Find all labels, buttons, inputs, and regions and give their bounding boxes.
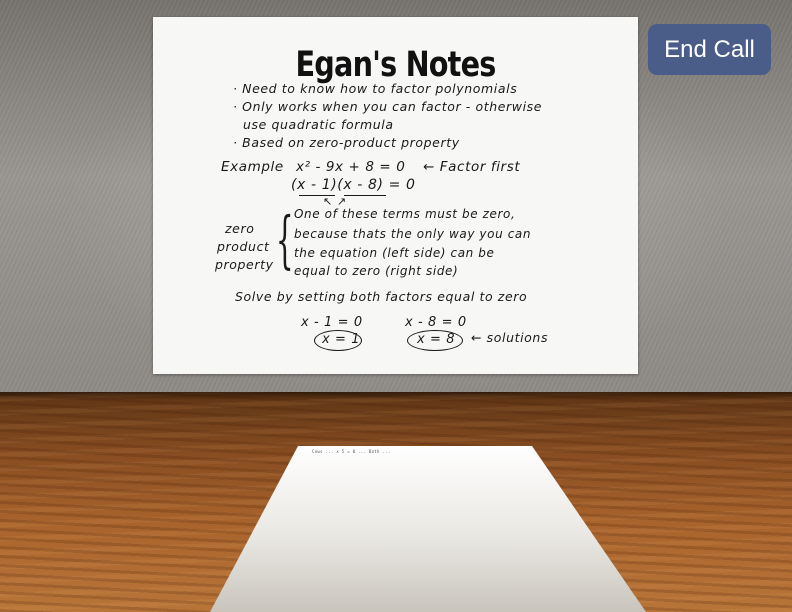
example-equation: x² - 9x + 8 = 0 (296, 159, 406, 175)
end-call-button[interactable]: End Call (648, 24, 771, 75)
desk-edge-shadow (0, 392, 792, 400)
curly-brace: { (275, 203, 294, 276)
explanation-line-2: because thats the only way you can (294, 227, 532, 241)
underline-factor-2 (344, 195, 386, 196)
zero-label: zero (225, 221, 255, 236)
whiteboard: Egan's Notes · Need to know how to facto… (153, 17, 638, 374)
solutions-note: ← solutions (471, 330, 549, 345)
factored-equation: (x - 1)(x - 8) = 0 (291, 177, 416, 193)
bullet-3: · Based on zero-product property (233, 135, 460, 150)
explanation-line-3: the equation (left side) can be (294, 246, 495, 260)
explanation-line-4: equal to zero (right side) (294, 264, 459, 278)
bullet-1: · Need to know how to factor polynomials (233, 81, 518, 96)
factor-first-note: ← Factor first (423, 159, 521, 175)
paper-tiny-text: Cows ... x 5 = 0 ... Both ... (312, 449, 391, 454)
explanation-line-1: One of these terms must be zero, (294, 207, 516, 221)
solution-1: x = 1 (322, 332, 361, 347)
equation-factor-2: x - 8 = 0 (405, 315, 467, 330)
property-label: property (215, 257, 274, 272)
solution-2: x = 8 (417, 332, 456, 347)
bullet-2-continued: use quadratic formula (243, 117, 394, 132)
bullet-2: · Only works when you can factor - other… (233, 99, 543, 114)
equation-factor-1: x - 1 = 0 (301, 315, 363, 330)
solve-instruction: Solve by setting both factors equal to z… (235, 289, 528, 304)
whiteboard-title: Egan's Notes (295, 45, 497, 85)
product-label: product (217, 239, 270, 254)
example-label: Example (221, 159, 284, 175)
